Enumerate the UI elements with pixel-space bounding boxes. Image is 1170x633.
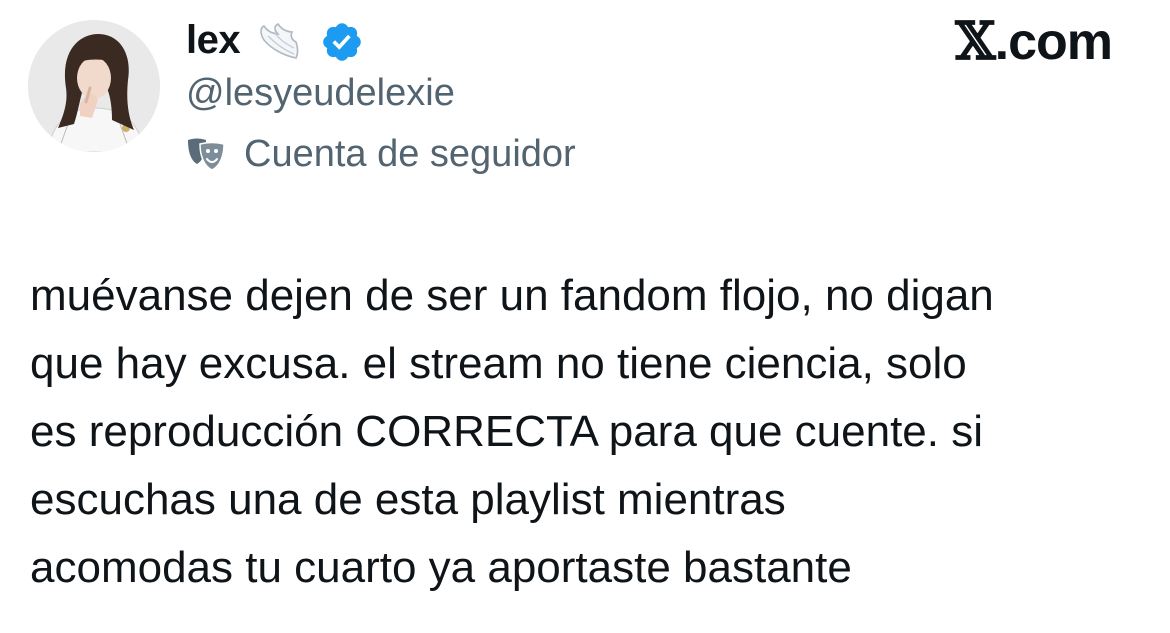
x-logo-glyph: 𝕏 xyxy=(955,11,995,72)
angel-wing-icon xyxy=(260,22,299,59)
tweet-text-line: muévanse dejen de ser un fandom flojo, n… xyxy=(30,271,994,320)
avatar[interactable] xyxy=(28,20,160,152)
avatar-photo xyxy=(28,20,160,152)
author-handle[interactable]: @lesyeudelexie xyxy=(186,70,455,116)
author-display-name[interactable]: lex xyxy=(186,16,241,64)
tweet-text-line: acomodas tu cuarto ya aportaste bastante xyxy=(30,543,852,592)
tweet-text-line: escuchas una de esta playlist mientras xyxy=(30,475,786,524)
x-logo: 𝕏.com xyxy=(955,11,1113,72)
x-logo-domain: .com xyxy=(994,13,1113,71)
account-label-text: Cuenta de seguidor xyxy=(244,133,576,175)
tweet-text-line: que hay excusa. el stream no tiene cienc… xyxy=(30,339,967,388)
tweet-screenshot: lex @lesyeudelexie Cuenta de seguidor 𝕏.… xyxy=(0,0,1170,633)
tweet-text: muévanse dejen de ser un fandom flojo, n… xyxy=(30,262,1150,602)
tweet-text-line: es reproducción CORRECTA para que cuente… xyxy=(30,407,983,456)
theater-masks-icon xyxy=(188,138,225,171)
verified-badge-icon[interactable] xyxy=(320,20,364,64)
